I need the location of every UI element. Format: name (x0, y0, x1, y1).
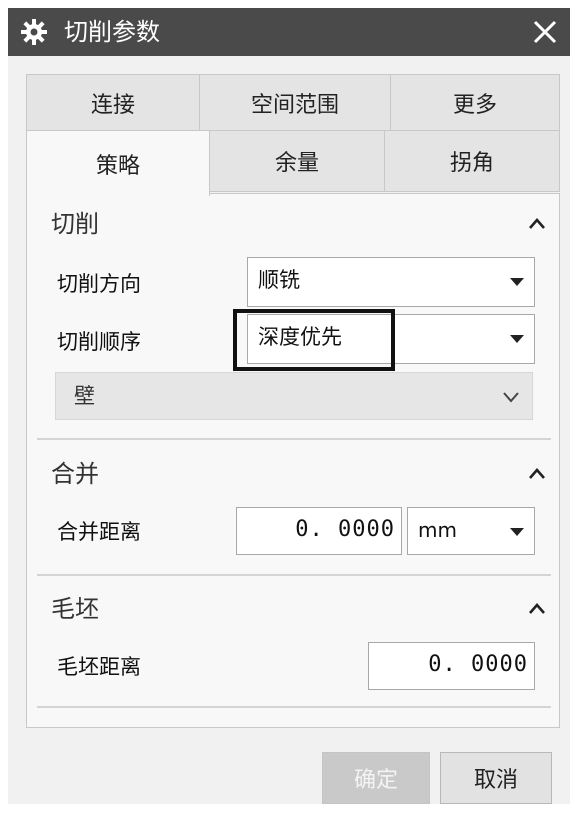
chevron-down-icon (503, 392, 519, 403)
merge-section-header[interactable]: 合并 (27, 452, 561, 496)
blank-section-header[interactable]: 毛坯 (27, 587, 561, 631)
cut-section-header[interactable]: 切削 (27, 202, 561, 246)
merge-distance-label: 合并距离 (57, 520, 141, 544)
blank-section-title: 毛坯 (51, 595, 99, 623)
tab-stock[interactable]: 余量 (209, 130, 385, 192)
section-divider (37, 574, 551, 576)
merge-distance-value: 0. 0000 (295, 517, 395, 542)
title-bar: 切削参数 (8, 8, 570, 56)
cut-order-value: 深度优先 (258, 325, 342, 349)
dialog-title: 切削参数 (64, 18, 160, 46)
tab-corner[interactable]: 拐角 (384, 130, 560, 192)
dropdown-arrow-icon (510, 335, 524, 343)
cut-order-label: 切削顺序 (57, 330, 141, 354)
tab-spatial-range[interactable]: 空间范围 (199, 74, 391, 132)
merge-section-title: 合并 (51, 460, 99, 488)
section-divider (37, 706, 551, 708)
tab-strip: 连接 空间范围 更多 策略 余量 拐角 (26, 74, 560, 196)
cut-order-select[interactable]: 深度优先 (247, 314, 535, 364)
cut-direction-value: 顺铣 (258, 268, 300, 292)
tab-connect[interactable]: 连接 (26, 74, 200, 132)
gear-icon (21, 19, 47, 45)
cancel-button[interactable]: 取消 (440, 752, 552, 804)
strategy-panel: 切削 切削方向 顺铣 切削顺序 深度优先 壁 合并 合并距离 0. 0000 m… (26, 193, 560, 728)
wall-subsection-header[interactable]: 壁 (55, 372, 533, 420)
cut-direction-label: 切削方向 (57, 272, 141, 296)
dropdown-arrow-icon (510, 278, 524, 286)
blank-distance-label: 毛坯距离 (57, 655, 141, 679)
ok-button[interactable]: 确定 (322, 752, 430, 804)
cut-section-title: 切削 (51, 210, 99, 238)
chevron-up-icon (529, 468, 545, 479)
merge-unit-select[interactable]: mm (407, 507, 535, 555)
chevron-up-icon (529, 218, 545, 229)
wall-label: 壁 (74, 384, 95, 408)
merge-unit-value: mm (418, 518, 457, 542)
dropdown-arrow-icon (510, 528, 524, 536)
section-divider (37, 438, 551, 440)
blank-distance-value: 0. 0000 (428, 652, 528, 677)
tab-more[interactable]: 更多 (390, 74, 560, 132)
merge-distance-input[interactable]: 0. 0000 (236, 507, 402, 555)
close-icon[interactable] (526, 12, 564, 52)
cutting-parameters-dialog: 切削参数 连接 空间范围 更多 策略 余量 拐角 切削 切削方向 顺铣 切削顺序… (8, 8, 570, 804)
tab-strategy[interactable]: 策略 (26, 130, 210, 196)
chevron-up-icon (529, 603, 545, 614)
blank-distance-input[interactable]: 0. 0000 (368, 642, 535, 690)
cut-direction-select[interactable]: 顺铣 (247, 257, 535, 307)
